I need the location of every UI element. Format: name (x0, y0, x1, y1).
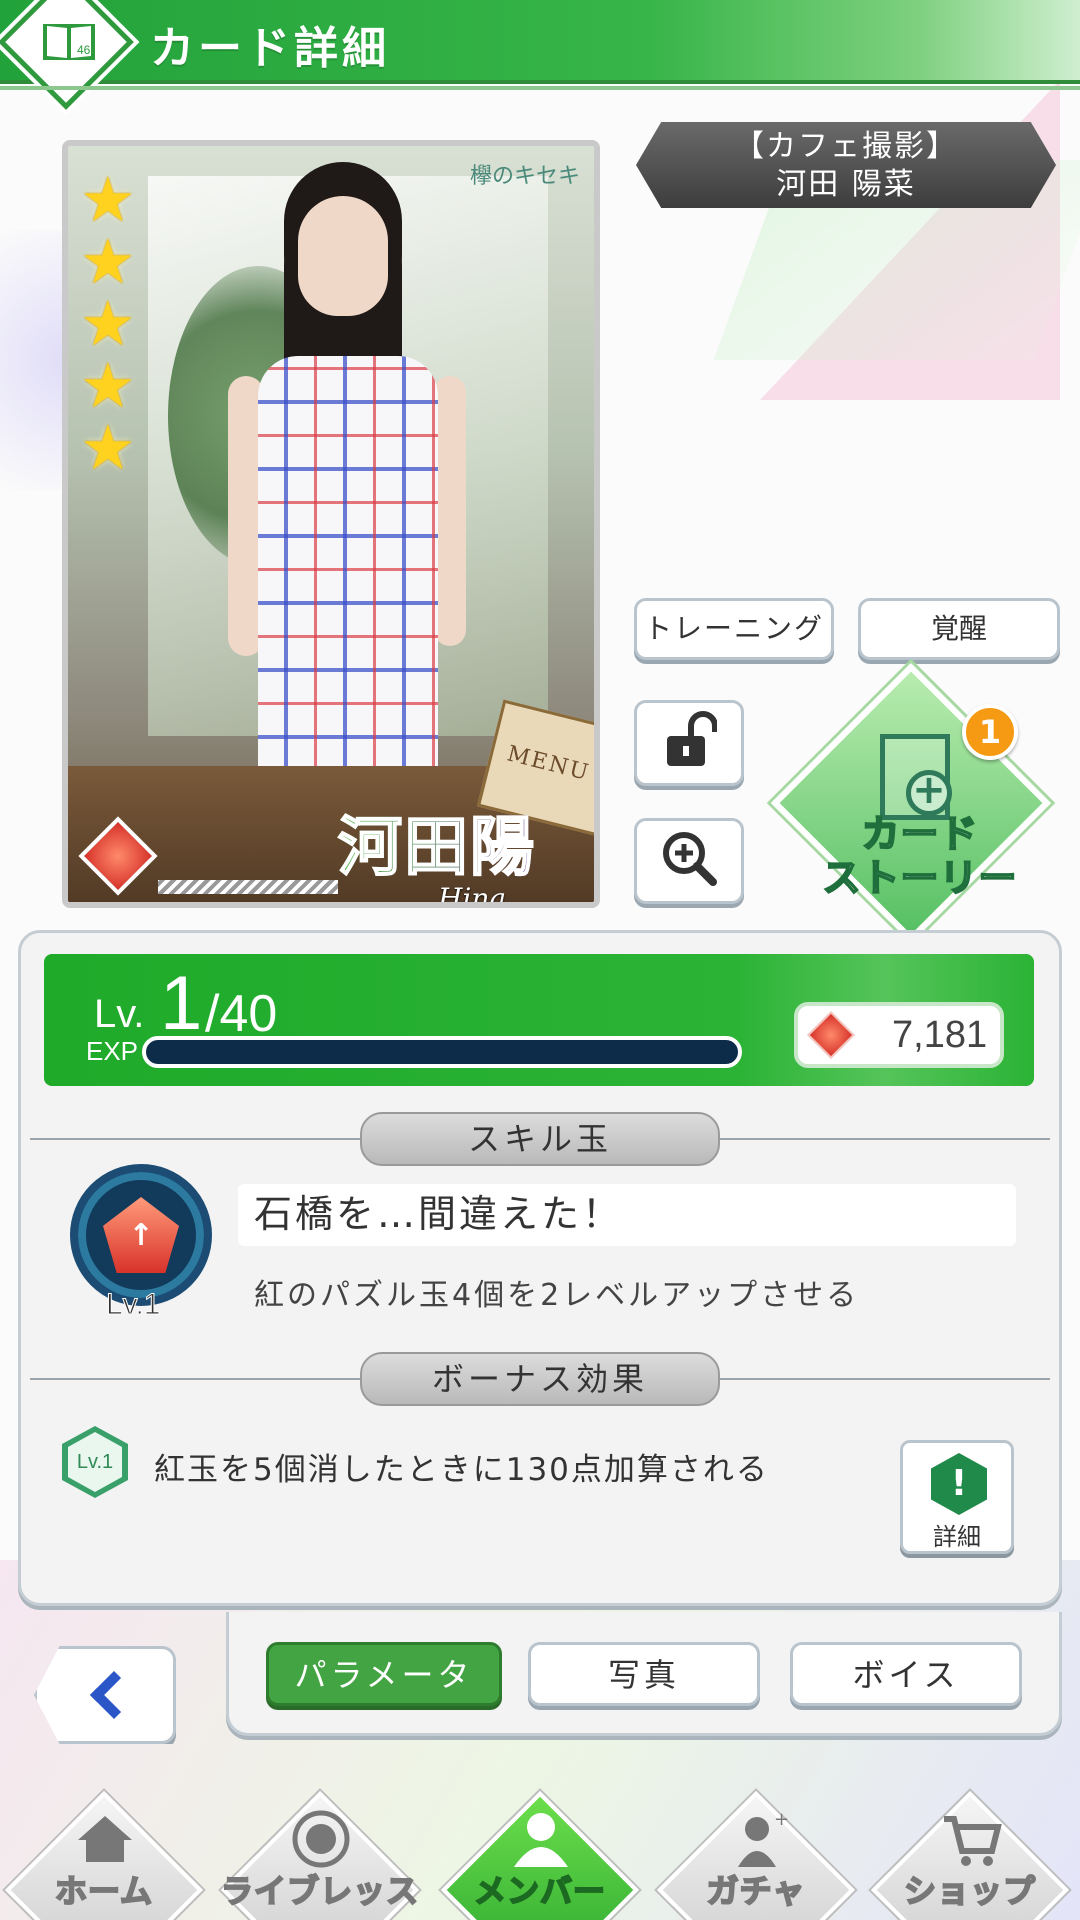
rarity-stars: ★ ★ ★ ★ ★ (80, 163, 150, 484)
exp-progress-bar (142, 1036, 742, 1068)
unlock-icon (661, 710, 718, 777)
svg-text:+: + (774, 1809, 788, 1830)
star-icon: ★ (80, 287, 136, 360)
bonus-detail-button[interactable]: ! 詳細 (900, 1440, 1014, 1554)
member-name: 河田 陽菜 (776, 167, 916, 202)
gacha-icon: + (722, 1804, 792, 1874)
skill-section-title: スキル玉 (360, 1112, 720, 1166)
back-button[interactable] (34, 1646, 176, 1744)
level-current: 1 (160, 961, 203, 1046)
star-icon: ★ (80, 225, 136, 298)
level-max: /40 (205, 985, 278, 1043)
card-artwork[interactable]: 欅のキセキ MENU ★ ★ ★ ★ ★ 河田陽菜 Hina Kawata (62, 140, 600, 908)
card-title-banner: 【カフェ撮影】 河田 陽菜 (636, 122, 1056, 208)
book-icon: 46 (34, 10, 104, 70)
nav-gacha[interactable]: + ガチャ (657, 1791, 855, 1920)
home-icon (70, 1804, 140, 1874)
art-logo: 欅のキセキ (469, 164, 580, 189)
emblem-icon (286, 1804, 356, 1874)
skill-level-up-icon: ↑ (103, 1197, 179, 1273)
svg-text:46: 46 (77, 43, 91, 57)
card-frame-stripe (158, 880, 338, 894)
star-icon: ★ (80, 411, 136, 484)
detail-label: 詳細 (933, 1523, 981, 1551)
page-title: カード詳細 (150, 23, 390, 74)
exp-label: EXP (86, 1036, 139, 1066)
card-member-name-en: Hina Kawata (438, 882, 507, 908)
skill-description: 紅のパズル玉4個を2レベルアップさせる (254, 1278, 860, 1313)
plus-icon: + (906, 770, 952, 816)
gem-count: 7,181 (892, 1013, 988, 1056)
tab-photo[interactable]: 写真 (528, 1642, 760, 1706)
bottom-navigation: ホーム ライブレッスン メンバー + ガチャ ショップ (0, 1770, 1080, 1920)
nav-member[interactable]: メンバー (441, 1791, 639, 1920)
training-button[interactable]: トレーニング (634, 598, 834, 660)
level-prefix: Lv. (94, 992, 145, 1036)
skill-level: Lv.1 (105, 1288, 161, 1322)
nav-live-lesson[interactable]: ライブレッスン (220, 1791, 419, 1920)
card-title: 【カフェ撮影】 (734, 129, 958, 164)
zoom-in-icon (659, 828, 719, 895)
card-story-label: カード ストーリー (821, 811, 1018, 901)
skill-name: 石橋を…間違えた！ (238, 1184, 1016, 1246)
zoom-button[interactable] (634, 818, 744, 904)
star-icon: ★ (80, 349, 136, 422)
cart-icon (936, 1804, 1006, 1874)
nav-home[interactable]: ホーム (5, 1791, 203, 1920)
notification-badge: 1 (962, 704, 1018, 760)
tab-parameters[interactable]: パラメータ (266, 1642, 502, 1706)
member-icon (506, 1804, 576, 1874)
nav-shop[interactable]: ショップ (871, 1791, 1069, 1920)
tab-voice[interactable]: ボイス (790, 1642, 1022, 1706)
header-bar: 46 カード詳細 (0, 0, 1080, 110)
skill-ball-icon: ↑ (70, 1164, 212, 1306)
awaken-button[interactable]: 覚醒 (858, 598, 1060, 660)
bonus-description: 紅玉を5個消したときに130点加算される (154, 1452, 769, 1488)
chevron-left-icon (89, 1670, 139, 1720)
bonus-section-title: ボーナス効果 (360, 1352, 720, 1406)
gem-icon (806, 1010, 856, 1060)
lock-button[interactable] (634, 700, 744, 786)
info-icon: ! (931, 1453, 987, 1515)
star-icon: ★ (80, 163, 136, 236)
gem-counter: 7,181 (794, 1002, 1004, 1068)
